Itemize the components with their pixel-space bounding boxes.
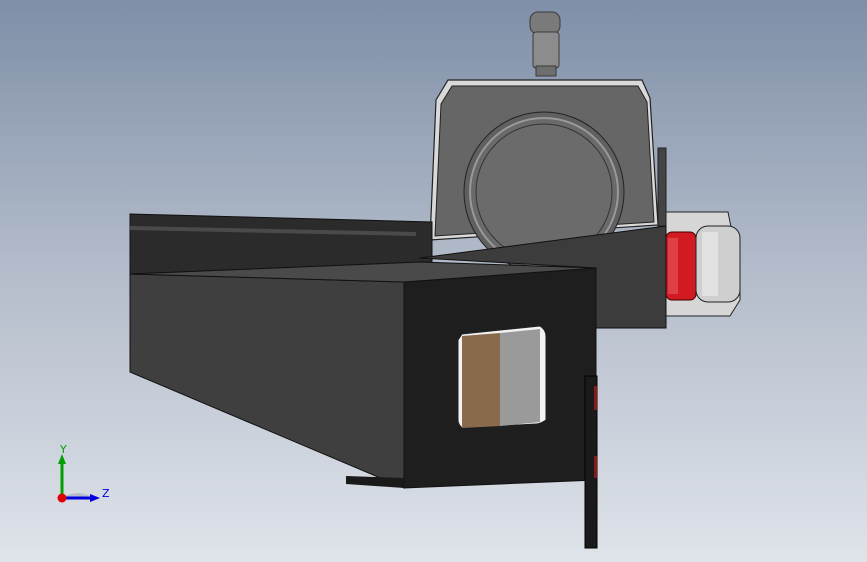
roller-assembly[interactable] (665, 211, 741, 317)
3d-viewport[interactable] (0, 0, 867, 562)
inspection-window[interactable] (457, 325, 547, 429)
x-axis-dot-icon (57, 493, 67, 503)
z-axis-arrow-icon (90, 494, 100, 502)
z-axis-label: Z (102, 487, 110, 500)
motor-knob[interactable] (529, 11, 561, 77)
y-axis-label: Y (59, 443, 67, 456)
orientation-triad: Y Z (57, 443, 110, 503)
